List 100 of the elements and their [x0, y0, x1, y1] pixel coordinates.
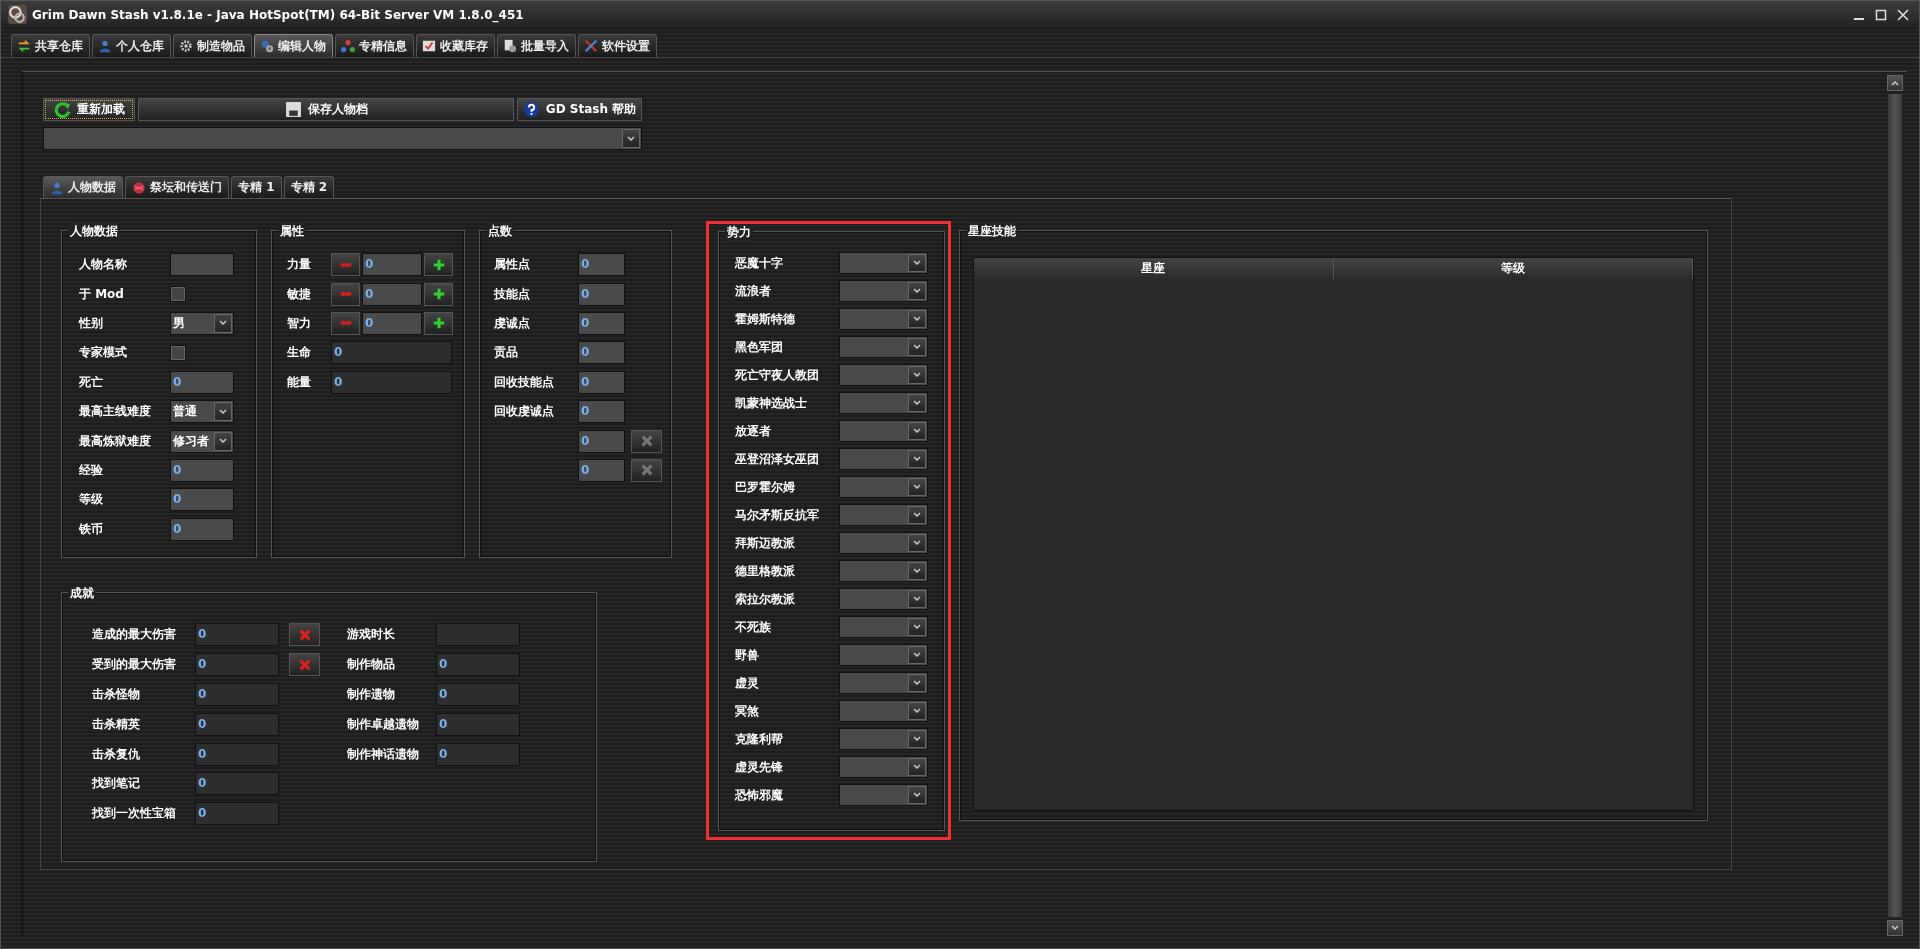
- dropdown[interactable]: 男: [170, 311, 234, 335]
- clear-button[interactable]: [289, 653, 320, 677]
- scroll-thumb[interactable]: [1887, 93, 1903, 918]
- x-icon: [639, 463, 654, 478]
- increase-button[interactable]: [424, 282, 453, 306]
- toolbar-button[interactable]: GD Stash 帮助: [517, 98, 642, 121]
- input-field[interactable]: 0: [362, 311, 422, 335]
- field-label: 恐怖邪魔: [735, 786, 784, 804]
- close-icon[interactable]: [1897, 8, 1909, 21]
- dropdown[interactable]: [839, 476, 928, 498]
- input-field[interactable]: 0: [578, 458, 625, 482]
- field-label: 凯蒙神选战士: [735, 394, 808, 412]
- checkbox[interactable]: [170, 344, 186, 361]
- dropdown[interactable]: [839, 756, 928, 778]
- dropdown[interactable]: [839, 728, 928, 750]
- input-field[interactable]: 0: [195, 653, 279, 677]
- tab[interactable]: 共享仓库: [11, 34, 90, 57]
- input-field[interactable]: 0: [331, 341, 452, 365]
- tab[interactable]: 编辑人物: [254, 34, 333, 57]
- column-header[interactable]: 星座: [974, 258, 1334, 279]
- field-label: 死亡守夜人教团: [735, 366, 820, 384]
- scroll-up-icon[interactable]: [1887, 75, 1903, 91]
- tab[interactable]: 批量导入: [497, 34, 576, 57]
- input-field[interactable]: 0: [436, 712, 520, 736]
- scroll-down-icon[interactable]: [1887, 920, 1903, 936]
- decrease-button[interactable]: [331, 311, 360, 335]
- input-field[interactable]: 0: [578, 341, 625, 365]
- field-label: 技能点: [494, 285, 531, 303]
- field-label: 生命: [287, 344, 312, 362]
- tab[interactable]: 专精信息: [335, 34, 414, 57]
- tab[interactable]: 专精 1: [231, 176, 282, 198]
- scrollbar[interactable]: [1885, 72, 1905, 936]
- input-field[interactable]: 0: [362, 253, 422, 277]
- input-field[interactable]: 0: [195, 742, 279, 766]
- column-header[interactable]: 等级: [1333, 258, 1693, 279]
- input-field[interactable]: 0: [170, 488, 234, 512]
- dropdown[interactable]: 修习者: [170, 429, 234, 453]
- input-field[interactable]: 0: [170, 517, 234, 541]
- input-field[interactable]: 0: [578, 400, 625, 424]
- input-field[interactable]: 0: [578, 282, 625, 306]
- input-field[interactable]: 0: [195, 802, 279, 826]
- dropdown[interactable]: [839, 420, 928, 442]
- clear-button[interactable]: [631, 458, 662, 482]
- input-field[interactable]: 0: [578, 370, 625, 394]
- tab[interactable]: 祭坛和传送门: [125, 176, 229, 198]
- input-field[interactable]: 0: [436, 653, 520, 677]
- tab[interactable]: 收藏库存: [416, 34, 495, 57]
- input-field[interactable]: 0: [195, 772, 279, 796]
- input-field[interactable]: 0: [436, 742, 520, 766]
- input-field[interactable]: 0: [362, 282, 422, 306]
- tab[interactable]: 制造物品: [173, 34, 252, 57]
- field-label: 人物名称: [79, 256, 128, 274]
- dropdown[interactable]: [839, 280, 928, 302]
- tab[interactable]: 专精 2: [283, 176, 335, 198]
- decrease-button[interactable]: [331, 282, 360, 306]
- tab[interactable]: 人物数据: [43, 176, 123, 198]
- dropdown[interactable]: [839, 644, 928, 666]
- dropdown[interactable]: [839, 448, 928, 470]
- input-field[interactable]: [170, 253, 234, 277]
- toolbar-button[interactable]: 保存人物档: [138, 98, 514, 121]
- tab[interactable]: 软件设置: [578, 34, 657, 57]
- input-field[interactable]: 0: [195, 623, 279, 647]
- field-label: 虚灵: [735, 674, 760, 692]
- clear-button[interactable]: [631, 429, 662, 453]
- checkbox[interactable]: [170, 286, 186, 303]
- input-field[interactable]: 0: [170, 370, 234, 394]
- window-title: Grim Dawn Stash v1.8.1e - Java HotSpot(TM) 64-Bit Server VM 1.8.0_451: [32, 7, 525, 22]
- input-field[interactable]: 0: [578, 429, 625, 453]
- dropdown[interactable]: [839, 504, 928, 526]
- input-field[interactable]: 0: [331, 370, 452, 394]
- field-label: 性别: [79, 314, 104, 332]
- input-field[interactable]: 0: [578, 311, 625, 335]
- increase-button[interactable]: [424, 253, 453, 277]
- increase-button[interactable]: [424, 311, 453, 335]
- maximize-icon[interactable]: [1875, 8, 1887, 21]
- dropdown[interactable]: [839, 700, 928, 722]
- dropdown[interactable]: [839, 252, 928, 274]
- dropdown[interactable]: [839, 672, 928, 694]
- input-field[interactable]: 0: [195, 683, 279, 706]
- dropdown[interactable]: [839, 616, 928, 638]
- field-label: 巴罗霍尔姆: [735, 478, 796, 496]
- decrease-button[interactable]: [331, 253, 360, 277]
- dropdown[interactable]: 普通: [170, 400, 234, 424]
- tab[interactable]: 个人仓库: [92, 34, 171, 57]
- input-field[interactable]: [436, 623, 520, 647]
- character-dropdown[interactable]: [43, 127, 642, 150]
- toolbar-button[interactable]: 重新加载: [43, 98, 135, 121]
- input-field[interactable]: 0: [195, 712, 279, 736]
- dropdown[interactable]: [839, 560, 928, 582]
- dropdown[interactable]: [839, 588, 928, 610]
- input-field[interactable]: 0: [170, 458, 234, 482]
- dropdown[interactable]: [839, 308, 928, 330]
- dropdown[interactable]: [839, 784, 928, 806]
- dropdown[interactable]: [839, 532, 928, 554]
- clear-button[interactable]: [289, 623, 320, 647]
- dropdown[interactable]: [839, 392, 928, 414]
- input-field[interactable]: 0: [578, 253, 625, 277]
- dropdown[interactable]: [839, 364, 928, 386]
- dropdown[interactable]: [839, 336, 928, 358]
- input-field[interactable]: 0: [436, 683, 520, 706]
